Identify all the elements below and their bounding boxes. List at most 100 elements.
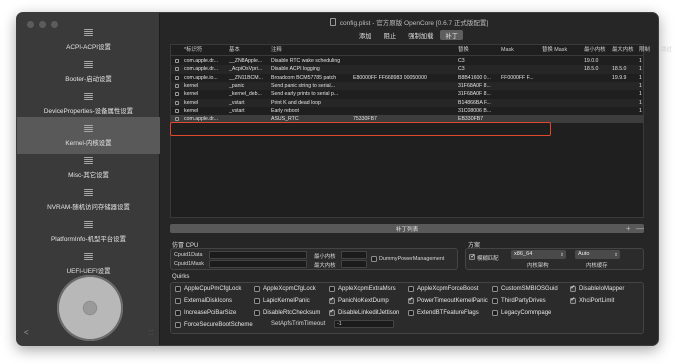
table-cell[interactable]: 31C08006 B...: [458, 107, 500, 115]
table-cell[interactable]: Disable ACPI logging: [271, 65, 351, 73]
cpuid1data-input[interactable]: [209, 251, 307, 259]
row-enabled-checkbox[interactable]: [175, 100, 179, 105]
resize-handle-icon[interactable]: ⋯ ⋯: [149, 329, 153, 337]
quirk-checkbox[interactable]: [329, 310, 335, 316]
tab[interactable]: 补丁: [440, 30, 463, 40]
patch-list-button[interactable]: 补丁列表: [170, 224, 644, 233]
quirk-option[interactable]: AppleCpuPmCfgLock: [175, 286, 241, 292]
table-cell[interactable]: 1: [639, 65, 659, 73]
quirk-checkbox[interactable]: [254, 298, 260, 304]
column-header[interactable]: 限制: [639, 45, 659, 56]
table-cell[interactable]: C3: [458, 57, 500, 65]
column-header[interactable]: 基本: [229, 45, 270, 56]
quirk-option[interactable]: AppleXcpmExtraMsrs: [329, 286, 396, 292]
table-cell[interactable]: kernel: [184, 99, 229, 107]
column-header[interactable]: 注释: [271, 45, 351, 56]
table-cell[interactable]: Broadcom BCM57785 patch: [271, 74, 351, 82]
row-enabled-checkbox[interactable]: [175, 117, 179, 122]
table-cell[interactable]: kernel: [184, 107, 229, 115]
quirk-option[interactable]: ForceSecureBootScheme: [175, 322, 253, 328]
quirk-checkbox[interactable]: [254, 310, 260, 316]
table-row[interactable]: com.apple.dr... _AcpiOsVpri... Disable ACP…: [171, 65, 664, 74]
table-cell[interactable]: _kernel_deb...: [229, 90, 270, 98]
table-cell[interactable]: Early reboot: [271, 107, 351, 115]
tab[interactable]: 强制加载: [403, 30, 438, 40]
cpu-min-kernel-input[interactable]: [341, 251, 367, 259]
quirk-option[interactable]: CustomSMBIOSGuid: [492, 286, 558, 292]
table-cell[interactable]: Send panic string to serial...: [271, 82, 351, 90]
kernel-cache-select[interactable]: Auto ⇕: [575, 250, 620, 259]
tab[interactable]: 阻止: [379, 30, 402, 40]
quirk-option[interactable]: DisableRtcChecksum: [254, 310, 320, 316]
table-cell[interactable]: kernel: [184, 82, 229, 90]
remove-row-button[interactable]: —: [636, 224, 644, 233]
table-cell[interactable]: 31F68A0F 8...: [458, 90, 500, 98]
table-cell[interactable]: _AcpiOsVpri...: [229, 65, 270, 73]
quirk-checkbox[interactable]: [408, 310, 414, 316]
quirk-checkbox[interactable]: [492, 286, 498, 292]
row-enabled-checkbox[interactable]: [175, 67, 179, 72]
tab[interactable]: 添加: [354, 30, 377, 40]
fuzzy-match-checkbox[interactable]: [469, 253, 475, 260]
table-cell[interactable]: 1: [639, 90, 659, 98]
table-cell[interactable]: B8B41600 0...: [458, 74, 500, 82]
row-enabled-checkbox[interactable]: [175, 92, 179, 97]
table-cell[interactable]: FF0000FF F...: [501, 74, 541, 82]
table-cell[interactable]: _panic: [229, 82, 270, 90]
apfs-trim-timeout-input[interactable]: -1: [334, 320, 394, 328]
table-row[interactable]: kernel _kernel_deb... Send early prints to…: [171, 90, 664, 98]
table-cell[interactable]: 1: [639, 57, 659, 65]
table-cell[interactable]: com.apple.dr...: [184, 65, 229, 73]
table-cell[interactable]: Disable RTC wake scheduling: [271, 57, 351, 65]
table-row[interactable]: kernel _panic Send panic string to serial.…: [171, 81, 664, 91]
column-header[interactable]: 跳过: [661, 45, 673, 56]
table-cell[interactable]: 0: [661, 107, 673, 115]
table-cell[interactable]: 0: [661, 82, 673, 90]
table-cell[interactable]: 1: [661, 115, 673, 123]
row-enabled-checkbox[interactable]: [175, 108, 179, 113]
table-cell[interactable]: __ZN11BCM...: [229, 74, 270, 82]
quirk-checkbox[interactable]: [492, 298, 498, 304]
table-cell[interactable]: com.apple.dr...: [184, 57, 229, 65]
column-header[interactable]: 替换: [458, 45, 500, 56]
quirk-option[interactable]: DisableIoMapper: [570, 286, 624, 292]
column-header[interactable]: *标识符: [184, 45, 229, 56]
quirk-option[interactable]: DisableLinkeditJettison: [329, 310, 399, 316]
table-cell[interactable]: 0: [661, 57, 673, 65]
quirk-checkbox[interactable]: [492, 310, 498, 316]
quirk-checkbox[interactable]: [175, 286, 181, 292]
quirk-option[interactable]: ThirdPartyDrives: [492, 298, 546, 304]
table-cell[interactable]: _vstart: [229, 99, 270, 107]
quirk-checkbox[interactable]: [329, 286, 335, 292]
quirk-option[interactable]: AppleXcpmCfgLock: [254, 286, 316, 292]
share-icon[interactable]: <: [24, 328, 29, 337]
table-cell[interactable]: 18.5.0: [612, 65, 638, 73]
row-enabled-checkbox[interactable]: [175, 75, 179, 80]
column-header[interactable]: 最小内核: [584, 45, 611, 56]
table-cell[interactable]: __ZN8Apple...: [229, 57, 270, 65]
table-cell[interactable]: 1: [639, 107, 659, 115]
column-header[interactable]: 替换 Mask: [542, 45, 582, 56]
table-cell[interactable]: 1: [639, 82, 659, 90]
table-cell[interactable]: E80000FF FF668983 00050000: [353, 74, 453, 82]
table-cell[interactable]: kernel: [184, 90, 229, 98]
table-cell[interactable]: 0: [661, 65, 673, 73]
quirk-checkbox[interactable]: [408, 298, 414, 304]
quirk-option[interactable]: XhciPortLimit: [570, 298, 614, 304]
table-cell[interactable]: 0: [661, 74, 673, 82]
quirk-checkbox[interactable]: [175, 322, 181, 328]
table-row[interactable]: kernel _vstart Early reboot 31C08006 B... 1 0: [171, 107, 664, 115]
quirk-checkbox[interactable]: [329, 298, 335, 304]
table-cell[interactable]: 31F68A0F 8...: [458, 82, 500, 90]
table-cell[interactable]: 1: [639, 74, 659, 82]
add-row-button[interactable]: +: [626, 224, 631, 233]
quirk-option[interactable]: LapicKernelPanic: [254, 298, 310, 304]
dummy-power-management-checkbox[interactable]: [371, 256, 377, 262]
quirk-option[interactable]: IncreasePciBarSize: [175, 310, 236, 316]
quirk-checkbox[interactable]: [408, 286, 414, 292]
table-cell[interactable]: 0: [661, 90, 673, 98]
column-header[interactable]: Mask: [501, 45, 541, 56]
quirk-checkbox[interactable]: [254, 286, 260, 292]
table-row[interactable]: com.apple.dr... __ZN8Apple... Disable RTC …: [171, 57, 664, 65]
table-cell[interactable]: 1: [639, 99, 659, 107]
